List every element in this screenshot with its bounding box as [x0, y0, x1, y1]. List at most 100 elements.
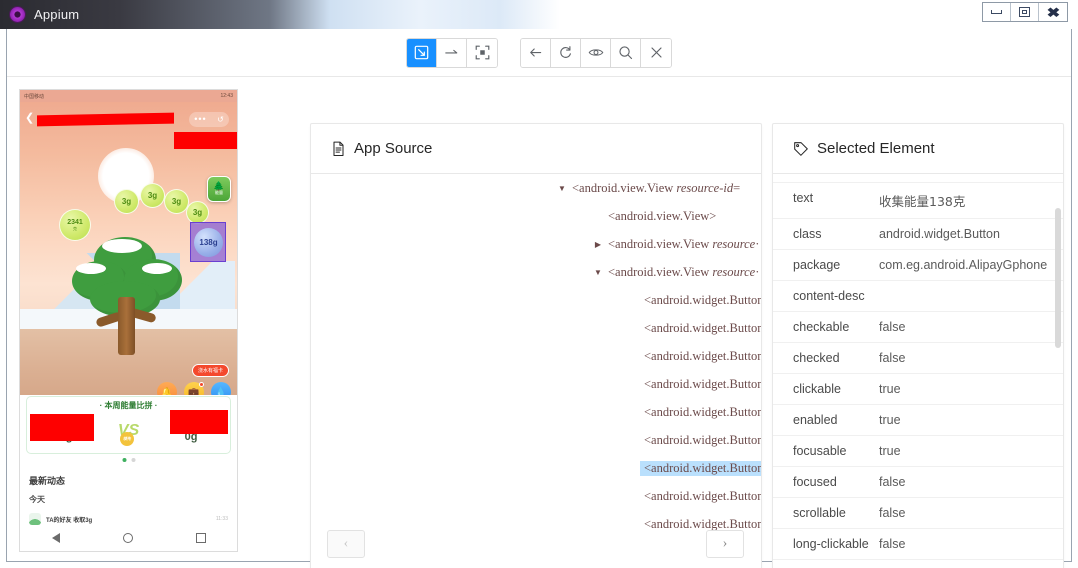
tree-next-page-button[interactable]: › [706, 530, 744, 558]
device-action-buttons: 🔔 提醒TA 💼 收能量 💧 浇水 [157, 382, 231, 395]
source-tree[interactable]: ▼ <android.view.View resource-id= <android… [311, 174, 761, 530]
appium-window: Appium ✖ 中国移动 12:43 ❮ ••• ↺ 🌲 能量 3g 3g 3… [0, 0, 1078, 568]
carousel-dot[interactable] [131, 458, 135, 462]
square-recents-icon[interactable] [195, 533, 206, 543]
energy-ball[interactable]: 3g [186, 201, 209, 224]
refresh-icon [560, 46, 571, 58]
source-tree-node[interactable]: ▼ <android.view.View resource· [311, 258, 761, 286]
source-tree-node[interactable]: ▶ <android.view.View resource· [311, 230, 761, 258]
element-properties-table[interactable]: index0 text 收集能量138克 class android.widget.Bu… [773, 174, 1063, 568]
status-time: 12:43 [220, 93, 233, 99]
tree-snowcap [142, 263, 172, 274]
redaction-bar [30, 414, 94, 441]
refresh-source-button[interactable] [551, 38, 581, 67]
ant-forest-tree [68, 237, 188, 355]
property-key: index [773, 174, 879, 182]
source-tree-node[interactable]: <android.widget.Button> [311, 426, 761, 454]
property-row: focused false [773, 467, 1063, 498]
carousel-dot-active[interactable] [122, 458, 126, 462]
search-for-element-button[interactable] [611, 38, 641, 67]
source-tree-node[interactable]: <android.widget.Button> [311, 286, 761, 314]
source-tree-node[interactable]: <android.widget.Button> [311, 342, 761, 370]
source-tree-node[interactable]: <android.widget.Button> [311, 510, 761, 531]
chevron-left-icon[interactable]: ❮ [25, 113, 34, 124]
selected-element-panel: Selected Element index0 text 收集能量138克 class… [772, 123, 1064, 568]
refresh-circle-icon[interactable]: ↺ [217, 115, 224, 124]
source-tree-node[interactable]: <android.widget.Button> [311, 454, 761, 482]
property-row: enabled true [773, 405, 1063, 436]
selected-element-title: Selected Element [817, 140, 935, 157]
energy-ball[interactable]: 3g [114, 189, 139, 214]
collect-button[interactable]: 💼 收能量 [184, 382, 204, 395]
window-controls: ✖ [982, 2, 1068, 22]
minimize-icon [991, 10, 1002, 14]
property-value: false [879, 351, 906, 365]
source-tree-node[interactable]: ▼ <android.view.View resource-id= [311, 174, 761, 202]
source-tree-node[interactable]: <android.view.View> [311, 202, 761, 230]
forest-badge-label: 能量 [215, 190, 223, 196]
chevron-right-icon[interactable]: ▶ [592, 240, 604, 249]
property-value: false [879, 475, 906, 489]
property-value: 0 [879, 174, 1063, 182]
tree-snowcap [102, 239, 142, 253]
redaction-bar [170, 410, 228, 434]
triangle-back-icon[interactable] [51, 533, 60, 543]
app-source-header: App Source [311, 124, 761, 174]
window-client-area: 中国移动 12:43 ❮ ••• ↺ 🌲 能量 3g 3g 3g 3g 2341… [6, 29, 1072, 568]
select-element-button[interactable] [407, 38, 437, 67]
source-tree-node[interactable]: <android.widget.Button> [311, 370, 761, 398]
header-actions[interactable]: ••• ↺ [189, 112, 229, 127]
source-tree-node[interactable]: <android.widget.Button> [311, 314, 761, 342]
water-card-tag[interactable]: 浇水有福卡 [191, 364, 229, 377]
energy-ball[interactable]: 3g [140, 183, 165, 208]
start-recording-button[interactable] [581, 38, 611, 67]
close-x-icon [650, 47, 662, 58]
property-row: scrollable false [773, 498, 1063, 529]
feed-item-text: TA的好友 收取3g [46, 517, 93, 524]
back-button[interactable] [521, 38, 551, 67]
tag-icon [794, 141, 808, 156]
swipe-arrow-icon [444, 49, 457, 54]
selected-energy-ball[interactable]: 138g [194, 228, 223, 257]
property-key: enabled [793, 413, 838, 427]
vs-separator: VS 领先 [118, 422, 139, 446]
property-key: clickable [793, 382, 841, 396]
tap-by-coordinates-button[interactable] [467, 38, 497, 67]
chevron-down-icon[interactable]: ▼ [592, 268, 604, 277]
property-value: 收集能量138克 [879, 194, 966, 209]
property-value [879, 281, 1063, 297]
window-titlebar: Appium ✖ [0, 0, 1078, 29]
source-tree-node-attribute: resource-id [676, 180, 734, 195]
scrollbar-thumb[interactable] [1055, 208, 1061, 348]
properties-scrollbar[interactable] [1055, 178, 1061, 478]
minimize-button[interactable] [983, 3, 1011, 21]
remind-ta-button[interactable]: 🔔 提醒TA [157, 382, 177, 395]
source-tree-node[interactable]: <android.widget.Button> [311, 482, 761, 510]
more-dots-icon[interactable]: ••• [194, 115, 206, 124]
arrow-left-icon [530, 48, 542, 57]
close-button[interactable]: ✖ [1039, 3, 1067, 21]
maximize-button[interactable] [1011, 3, 1039, 21]
tree-prev-page-button[interactable]: ‹ [327, 530, 365, 558]
water-button[interactable]: 💧 浇水 [211, 382, 231, 395]
forest-badge-icon[interactable]: 🌲 能量 [207, 176, 231, 202]
device-screenshot[interactable]: 中国移动 12:43 ❮ ••• ↺ 🌲 能量 3g 3g 3g 3g 2341… [19, 89, 238, 552]
chevron-down-icon[interactable]: ▼ [556, 184, 568, 193]
source-tree-node-label: <android.widget.Button> [640, 460, 761, 476]
element-properties-list: index0 text 收集能量138克 class android.widget.Bu… [773, 174, 1063, 560]
circle-home-icon[interactable] [122, 533, 133, 543]
swipe-button[interactable] [437, 38, 467, 67]
feed-subheading: 今天 [29, 495, 45, 504]
source-tree-node[interactable]: <android.widget.Button> [311, 398, 761, 426]
feed-item[interactable]: TA的好友 收取3g 11:33 [29, 513, 228, 525]
property-row: clickable true [773, 374, 1063, 405]
property-value: true [879, 413, 901, 427]
property-key: focused [793, 475, 837, 489]
quit-session-button[interactable] [641, 38, 671, 67]
eye-icon [588, 49, 603, 56]
source-tree-pager: ‹ › [311, 530, 761, 568]
carousel-dots[interactable] [122, 458, 135, 462]
property-key: text [793, 191, 814, 205]
chevron-left-icon: ‹ [343, 536, 349, 551]
feed-item-time: 11:33 [215, 516, 228, 522]
